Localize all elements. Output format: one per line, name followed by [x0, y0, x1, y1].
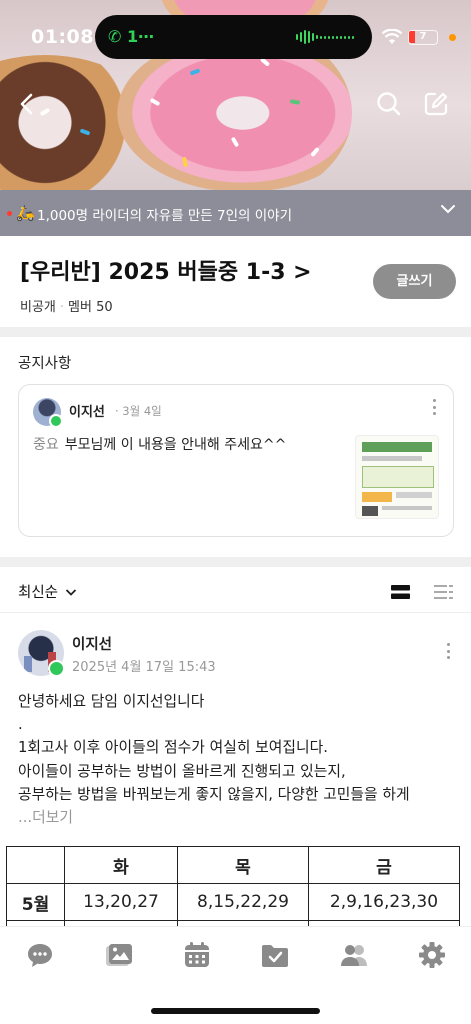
battery-level: 7 [419, 31, 427, 42]
post-body[interactable]: 안녕하세요 담임 이지선입니다 . 1회고사 이후 아이들의 점수가 여실히 보… [18, 690, 458, 829]
notice-thumbnail[interactable] [355, 435, 439, 519]
table-header-row: 화 목 금 [6, 846, 460, 884]
member-count[interactable]: 멤버 50 [68, 300, 113, 315]
members-icon[interactable] [340, 941, 368, 969]
section-divider [0, 557, 471, 567]
post-line: 1회고사 이후 아이들의 점수가 여실히 보여집니다. [18, 739, 328, 757]
post-line: 안녕하세요 담임 이지선입니다 [18, 693, 205, 710]
sort-label: 최신순 [18, 585, 59, 601]
gear-icon[interactable] [418, 941, 446, 969]
status-time: 01:08 [31, 26, 94, 48]
photo-icon[interactable] [105, 941, 133, 969]
post-line: 공부하는 방법을 바꿔보는게 좋지 않을지, 다양한 고민들을 하게 [18, 785, 410, 803]
chevron-down-icon[interactable] [440, 201, 456, 217]
wifi-icon [382, 29, 402, 44]
notice-text: 중요 부모님께 이 내용을 안내해 주세요^^ [33, 434, 286, 454]
table-cell: 2,9,16,23,30 [308, 883, 460, 921]
notice-heading: 공지사항 [18, 356, 72, 372]
notice-author: 이지선 [69, 405, 105, 420]
calendar-icon[interactable] [183, 941, 211, 969]
home-indicator[interactable] [151, 1008, 320, 1014]
battery-icon: 7 [408, 30, 438, 45]
band-meta: 비공개 · 멤버 50 [20, 300, 113, 315]
promo-banner[interactable]: 🛵 1,000명 라이더의 자유를 만든 7인의 이야기 [0, 190, 471, 236]
important-tag: 중요 [33, 437, 59, 453]
compose-icon[interactable] [422, 90, 450, 118]
motorbike-icon: 🛵 [16, 204, 35, 222]
search-icon[interactable] [375, 90, 403, 118]
back-icon[interactable] [14, 90, 42, 118]
audio-wave-icon [296, 30, 354, 44]
table-cell: 5월 [6, 883, 65, 921]
table-row: 5월 13,20,27 8,15,22,29 2,9,16,23,30 [6, 883, 460, 921]
table-header [6, 846, 65, 884]
read-more-link[interactable]: ...더보기 [18, 806, 458, 829]
write-post-button[interactable]: 글쓰기 [373, 264, 456, 299]
sort-dropdown[interactable]: 최신순 [18, 581, 77, 602]
table-cell: 8,15,22,29 [177, 883, 309, 921]
call-icon: ✆ 1⋯ [108, 27, 155, 46]
promo-text: 1,000명 라이더의 자유를 만든 7인의 이야기 [37, 208, 292, 224]
post-line: . [18, 716, 23, 734]
notice-card[interactable]: 이지선 · 3월 4일 중요 부모님께 이 내용을 안내해 주세요^^ [18, 384, 454, 537]
band-title[interactable]: [우리반] 2025 버들중 1-3 > [20, 254, 312, 286]
new-dot [7, 211, 12, 216]
card-view-icon[interactable] [391, 584, 410, 600]
notice-date: · 3월 4일 [115, 404, 162, 418]
band-page: 01:08 ✆ 1⋯ 7 🛵 1,000명 라이더의 자유를 만든 7인의 이야… [0, 0, 471, 1024]
leader-badge-icon [48, 660, 65, 677]
table-cell: 13,20,27 [64, 883, 178, 921]
table-header: 화 [64, 846, 178, 884]
section-divider [0, 327, 471, 337]
list-view-icon[interactable] [434, 584, 453, 600]
dynamic-island[interactable]: ✆ 1⋯ [95, 15, 372, 59]
folder-check-icon[interactable] [261, 941, 289, 969]
status-bar: 01:08 ✆ 1⋯ 7 [0, 0, 471, 78]
more-options-icon[interactable] [433, 399, 437, 415]
notice-body: 부모님께 이 내용을 안내해 주세요^^ [64, 437, 287, 453]
leader-badge-icon [49, 414, 63, 428]
chevron-down-icon [65, 589, 76, 596]
post-author[interactable]: 이지선 [72, 633, 112, 654]
table-header: 금 [308, 846, 460, 884]
call-label: 1⋯ [126, 27, 155, 46]
post-date: 2025년 4월 17일 15:43 [72, 660, 216, 675]
table-header: 목 [177, 846, 309, 884]
privacy-label: 비공개 [20, 300, 56, 315]
privacy-dot [449, 34, 456, 41]
post-line: 아이들이 공부하는 방법이 올바르게 진행되고 있는지, [18, 762, 346, 780]
more-options-icon[interactable] [447, 643, 451, 659]
chat-bubble-icon[interactable] [26, 941, 54, 969]
sort-divider [0, 612, 471, 613]
